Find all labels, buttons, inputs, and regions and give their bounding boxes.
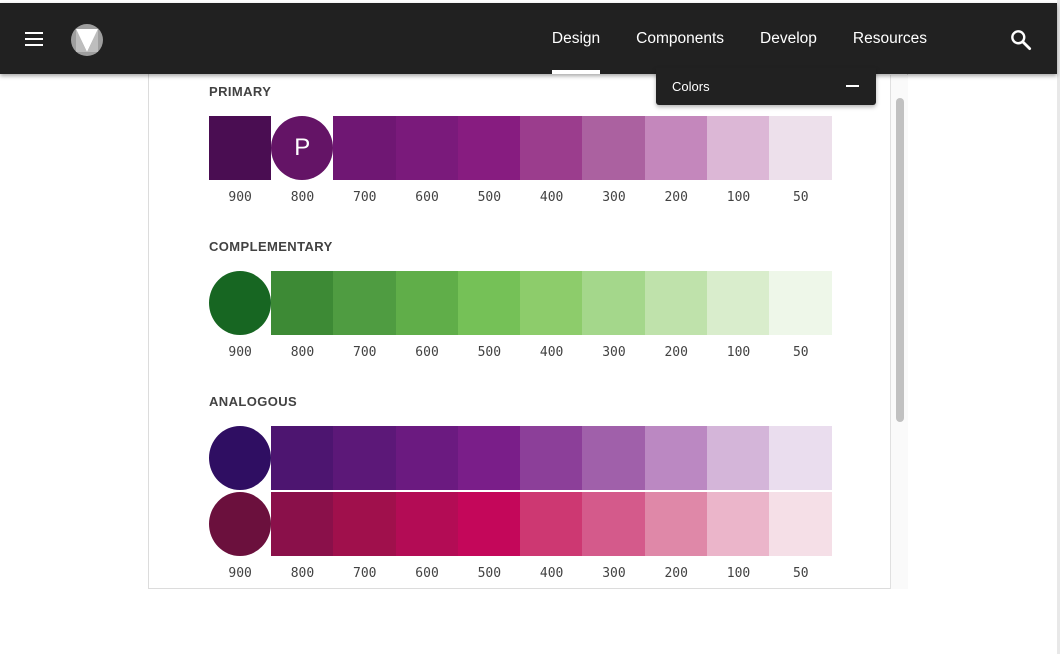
analogous-1-swatch-600[interactable]: [395, 426, 458, 490]
complementary-shade-label: 100: [726, 345, 751, 360]
tab-components[interactable]: Components: [618, 3, 742, 74]
complementary-shade-label: 400: [539, 345, 564, 360]
analogous-1-swatch-300[interactable]: [582, 426, 645, 490]
complementary-swatch-row: [209, 271, 832, 335]
analogous-1-swatch-50[interactable]: [769, 426, 832, 490]
primary-swatch-500[interactable]: [457, 116, 521, 180]
analogous-2-swatch-700[interactable]: [333, 492, 396, 556]
primary-swatch-50[interactable]: [769, 116, 832, 180]
complementary-shade-label: 500: [477, 345, 502, 360]
complementary-swatch-100[interactable]: [707, 271, 770, 335]
analogous-1-swatch-400[interactable]: [520, 426, 583, 490]
primary-swatch-row: P: [209, 116, 832, 180]
analogous-1-swatch-100[interactable]: [707, 426, 770, 490]
analogous-2-swatch-50[interactable]: [769, 492, 832, 556]
analogous-1-selected-swatch-900[interactable]: [209, 426, 271, 490]
complementary-selected-swatch-900[interactable]: [209, 271, 271, 335]
analogous-shade-label: 50: [792, 566, 809, 581]
section-label-complementary: COMPLEMENTARY: [209, 239, 333, 254]
analogous-2-swatch-800[interactable]: [271, 492, 334, 556]
analogous-shade-label: 500: [477, 566, 502, 581]
scrollbar-thumb[interactable]: [896, 98, 904, 422]
analogous-2-swatch-200[interactable]: [644, 492, 708, 556]
colors-panel-title: Colors: [672, 79, 710, 94]
material-logo-icon[interactable]: [71, 24, 103, 56]
analogous-shade-label: 400: [539, 566, 564, 581]
analogous-shade-label: 100: [726, 566, 751, 581]
complementary-shade-label: 600: [415, 345, 439, 360]
analogous-shade-label: 200: [664, 566, 688, 581]
primary-shade-label: 900: [228, 190, 252, 205]
analogous-1-swatch-700[interactable]: [333, 426, 396, 490]
primary-swatch-300[interactable]: [582, 116, 645, 180]
minus-icon[interactable]: [846, 85, 859, 87]
analogous-shade-label: 800: [290, 566, 315, 581]
tab-design[interactable]: Design: [534, 3, 618, 74]
analogous-shade-label: 900: [228, 566, 252, 581]
tab-resources[interactable]: Resources: [835, 3, 945, 74]
complementary-swatch-50[interactable]: [769, 271, 832, 335]
primary-swatch-200[interactable]: [644, 116, 708, 180]
complementary-shade-label: 700: [353, 345, 377, 360]
complementary-swatch-500[interactable]: [457, 271, 521, 335]
analogous-shade-label: 600: [415, 566, 439, 581]
analogous-1-swatch-200[interactable]: [644, 426, 708, 490]
primary-shade-label: 200: [664, 190, 688, 205]
top-app-bar: Design Components Develop Resources: [0, 3, 1057, 74]
complementary-swatch-700[interactable]: [333, 271, 396, 335]
analogous-1-swatch-800[interactable]: [271, 426, 334, 490]
primary-shade-label: 50: [792, 190, 809, 205]
primary-swatch-700[interactable]: [333, 116, 396, 180]
analogous-2-swatch-300[interactable]: [582, 492, 645, 556]
complementary-shade-label: 900: [228, 345, 252, 360]
analogous-2-swatch-500[interactable]: [457, 492, 521, 556]
primary-swatch-600[interactable]: [395, 116, 458, 180]
analogous-shade-label: 700: [353, 566, 377, 581]
primary-shade-label: 300: [602, 190, 626, 205]
complementary-swatch-200[interactable]: [644, 271, 708, 335]
analogous-shade-label: 300: [602, 566, 626, 581]
primary-shade-label: 700: [353, 190, 377, 205]
primary-swatch-100[interactable]: [707, 116, 770, 180]
primary-shade-labels: 900 800 700 600 500 400 300 200 100 50: [209, 190, 832, 205]
complementary-swatch-300[interactable]: [582, 271, 645, 335]
complementary-shade-label: 50: [792, 345, 809, 360]
analogous-2-selected-swatch-900[interactable]: [209, 492, 271, 556]
section-label-analogous: ANALOGOUS: [209, 394, 298, 409]
analogous-shade-labels: 900 800 700 600 500 400 300 200 100 50: [209, 566, 832, 581]
complementary-shade-label: 300: [602, 345, 626, 360]
primary-shade-label: 400: [539, 190, 564, 205]
complementary-shade-label: 200: [664, 345, 688, 360]
search-icon[interactable]: [1008, 27, 1034, 53]
complementary-swatch-400[interactable]: [520, 271, 583, 335]
analogous-2-swatch-400[interactable]: [520, 492, 583, 556]
analogous-1-swatch-500[interactable]: [457, 426, 521, 490]
primary-shade-label: 600: [415, 190, 439, 205]
hamburger-menu-icon[interactable]: [20, 24, 50, 54]
colors-panel[interactable]: Colors: [656, 68, 876, 105]
primary-swatch-900[interactable]: [209, 116, 272, 180]
analogous-2-swatch-100[interactable]: [707, 492, 770, 556]
main-nav: Design Components Develop Resources: [534, 3, 945, 74]
primary-shade-label: 100: [726, 190, 751, 205]
analogous-swatch-row-1: [209, 426, 832, 490]
analogous-swatch-row-2: [209, 492, 832, 556]
tab-develop[interactable]: Develop: [742, 3, 835, 74]
complementary-shade-labels: 900 800 700 600 500 400 300 200 100 50: [209, 345, 832, 360]
complementary-swatch-800[interactable]: [271, 271, 334, 335]
primary-shade-label: 800: [290, 190, 315, 205]
analogous-2-swatch-600[interactable]: [395, 492, 458, 556]
primary-swatch-400[interactable]: [520, 116, 583, 180]
primary-selected-swatch-800[interactable]: P: [271, 116, 334, 180]
primary-shade-label: 500: [477, 190, 502, 205]
section-label-primary: PRIMARY: [209, 84, 272, 99]
complementary-swatch-600[interactable]: [395, 271, 458, 335]
complementary-shade-label: 800: [290, 345, 315, 360]
